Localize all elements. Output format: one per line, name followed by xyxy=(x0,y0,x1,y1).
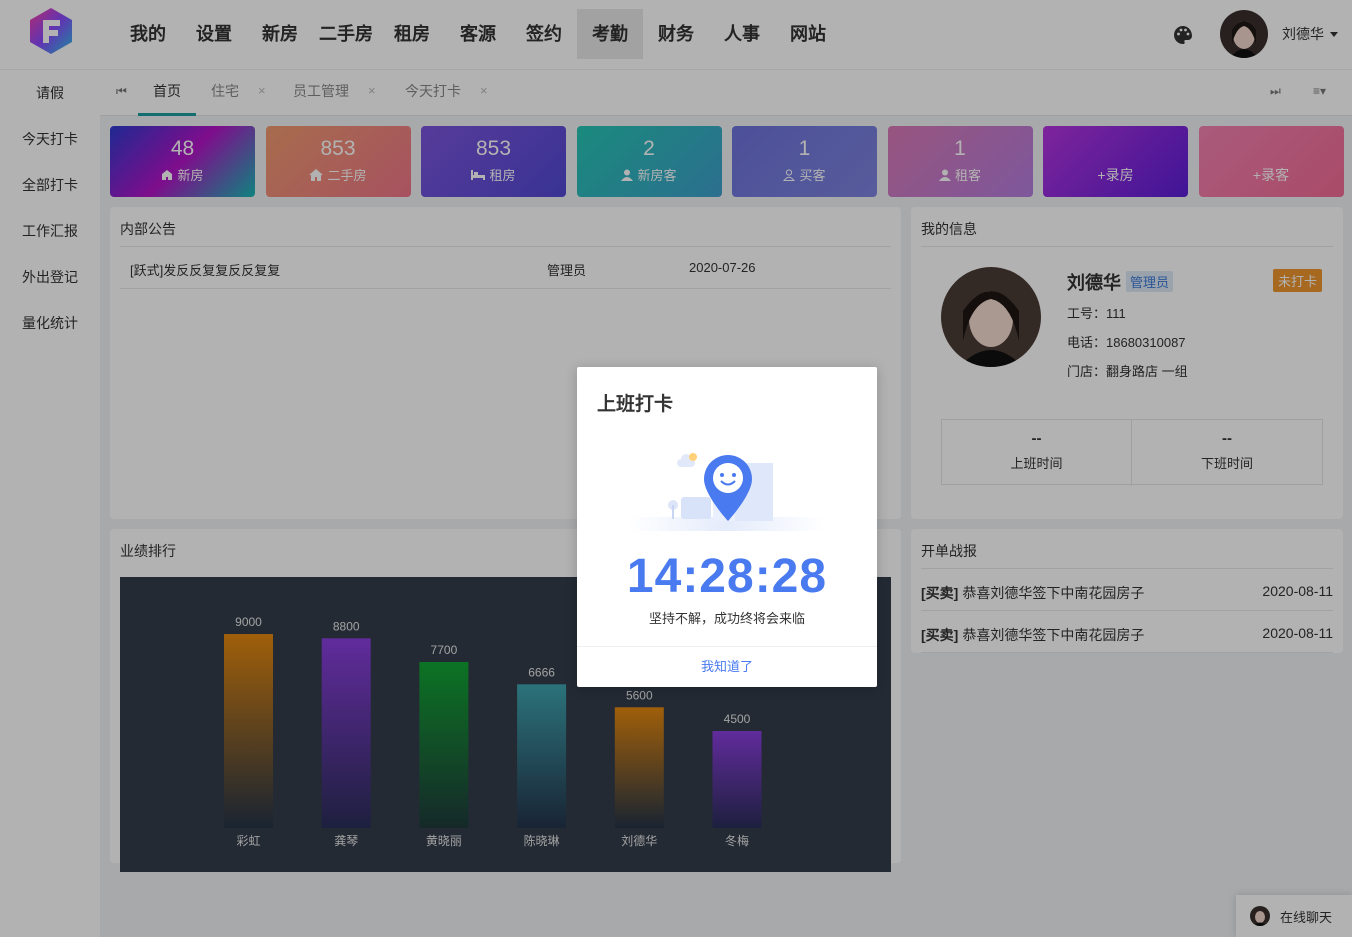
clock-time: 14:28:28 xyxy=(626,550,828,603)
modal-title: 上班打卡 xyxy=(597,394,674,415)
checkin-modal: 上班打卡 14:28:28 坚持不解，成功终将会来临 我知道了 xyxy=(577,367,877,687)
motto-text: 坚持不解，成功终将会来临 xyxy=(648,611,805,626)
acknowledge-button[interactable]: 我知道了 xyxy=(577,646,877,687)
location-pin-icon xyxy=(629,447,825,537)
